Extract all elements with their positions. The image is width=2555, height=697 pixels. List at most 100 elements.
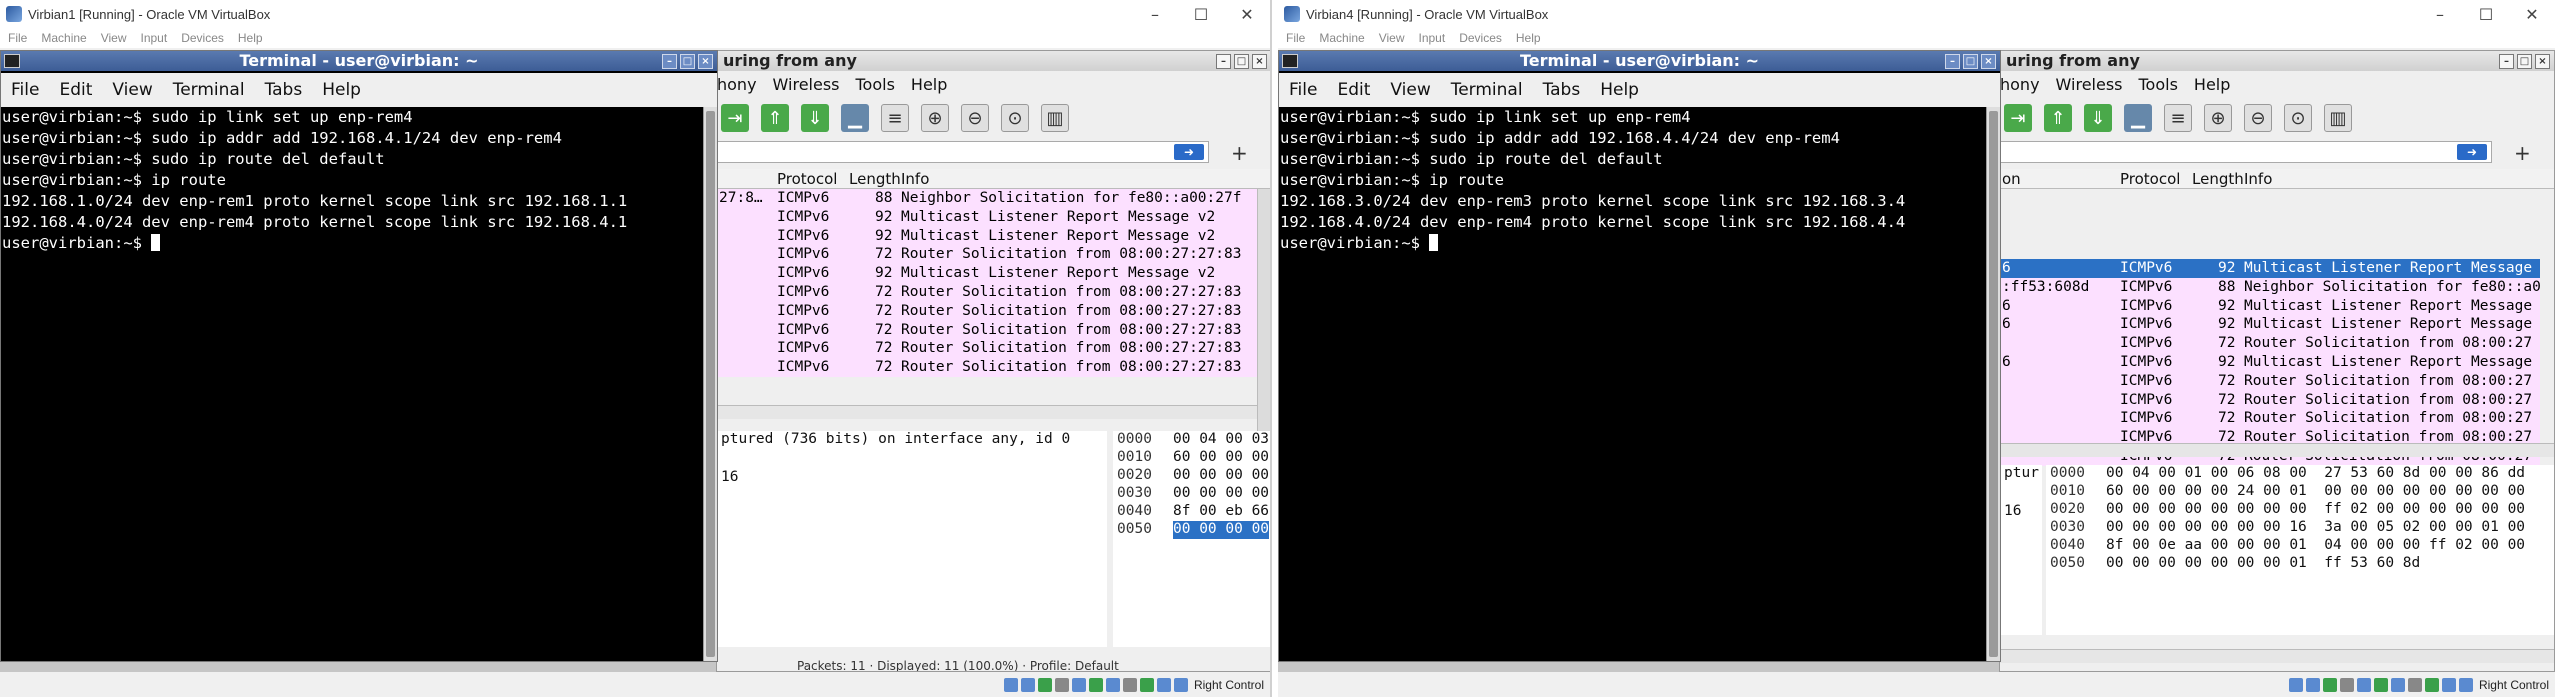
colorize-icon[interactable]: ≡ xyxy=(2164,104,2192,132)
close-button[interactable]: × xyxy=(2535,54,2550,69)
menu-devices[interactable]: Devices xyxy=(173,31,230,45)
menu-file[interactable]: File xyxy=(1279,80,1327,100)
go-last-icon[interactable]: ⇓ xyxy=(801,104,829,132)
table-row[interactable]: ICMPv672Router Solicitation from 08:00:2… xyxy=(717,339,1257,359)
table-row[interactable]: ICMPv6 92 Multicast Listener Report Messag… xyxy=(717,226,1257,246)
table-row[interactable]: ICMPv672Router Solicitation from 08:00:2… xyxy=(2000,371,2540,391)
detail-line[interactable]: 16 xyxy=(717,469,1107,488)
close-button[interactable]: × xyxy=(698,54,713,69)
keyboard-icon[interactable] xyxy=(2441,677,2456,692)
detail-line[interactable]: 16 xyxy=(2000,503,2042,522)
terminal-window[interactable]: Terminal - user@virbian: ~ – □ × File Ed… xyxy=(0,50,718,662)
terminal-output[interactable]: user@virbian:~$ sudo ip link set up enp-… xyxy=(1279,107,1986,661)
table-row[interactable]: :ff53:608d ICMPv6 88 Neighbor Solicitation … xyxy=(2000,277,2541,297)
minimize-button[interactable]: – xyxy=(2499,54,2514,69)
device-status-icons[interactable] xyxy=(1003,677,1188,692)
menu-terminal[interactable]: Terminal xyxy=(163,80,255,100)
close-button[interactable]: ✕ xyxy=(2509,5,2555,24)
usb-icon[interactable] xyxy=(2356,677,2371,692)
terminal-titlebar[interactable]: Terminal - user@virbian: ~ – □ × xyxy=(1,51,717,71)
table-row[interactable]: ICMPv672Router Solicitation from 08:00:2… xyxy=(717,301,1257,321)
terminal-output[interactable]: user@virbian:~$ sudo ip link set up enp-… xyxy=(1,107,703,661)
cpu-icon[interactable] xyxy=(2458,677,2473,692)
detail-line[interactable]: ptur xyxy=(2000,465,2042,484)
table-row[interactable]: 27:8… ICMPv6 88 Neighbor Solicitation for f… xyxy=(717,189,1257,208)
column-protocol[interactable]: Protocol xyxy=(2120,170,2180,188)
minimize-button[interactable]: – xyxy=(1216,54,1231,69)
autoscroll-icon[interactable]: ▁ xyxy=(841,104,869,132)
menu-tabs[interactable]: Tabs xyxy=(1533,80,1591,100)
scrollbar-thumb[interactable] xyxy=(706,111,715,657)
network-icon[interactable] xyxy=(1054,677,1069,692)
menu-view[interactable]: View xyxy=(1371,31,1411,45)
packet-list-hscrollbar[interactable] xyxy=(717,405,1257,419)
colorize-icon[interactable]: ≡ xyxy=(881,104,909,132)
column-info[interactable]: Info xyxy=(901,170,929,188)
menu-tabs[interactable]: Tabs xyxy=(255,80,313,100)
table-row[interactable]: ICMPv672Router Solicitation from 08:00:2… xyxy=(2000,409,2540,429)
menu-view[interactable]: View xyxy=(93,31,133,45)
autoscroll-icon[interactable]: ▁ xyxy=(2124,104,2152,132)
zoom-in-icon[interactable]: ⊕ xyxy=(921,104,949,132)
menu-devices[interactable]: Devices xyxy=(1451,31,1508,45)
wireshark-window[interactable]: uring from any – □ × hony Wireless Tools… xyxy=(1999,50,2555,672)
minimize-button[interactable]: – xyxy=(2417,5,2463,24)
table-row[interactable]: ICMPv6 92 Multicast Listener Report Messag… xyxy=(717,264,1257,283)
apply-filter-icon[interactable]: ➜ xyxy=(2457,144,2487,160)
maximize-button[interactable]: ☐ xyxy=(2463,5,2509,24)
packet-list-header[interactable]: Protocol Length Info xyxy=(717,169,1270,189)
hdd-icon[interactable] xyxy=(2288,677,2303,692)
zoom-reset-icon[interactable]: ⊙ xyxy=(1001,104,1029,132)
menu-edit[interactable]: Edit xyxy=(49,80,102,100)
packet-list[interactable]: 6 ICMPv6 92 Multicast Listener Report Messa… xyxy=(2000,259,2541,466)
go-first-icon[interactable]: ⇑ xyxy=(761,104,789,132)
packet-list-header[interactable]: on Protocol Length Info xyxy=(2000,169,2554,189)
maximize-button[interactable]: □ xyxy=(1963,54,1978,69)
minimize-button[interactable]: – xyxy=(662,54,677,69)
terminal-scrollbar[interactable] xyxy=(703,107,717,661)
menu-help[interactable]: Help xyxy=(903,75,955,94)
table-row[interactable]: ICMPv672Router Solicitation from 08:00:2… xyxy=(717,245,1257,265)
menu-wireless[interactable]: Wireless xyxy=(765,75,848,94)
recording-icon[interactable] xyxy=(1122,677,1137,692)
maximize-button[interactable]: □ xyxy=(680,54,695,69)
table-row[interactable]: 6 ICMPv6 92 Multicast Listener Report Messa… xyxy=(2000,315,2540,335)
packet-details-pane[interactable]: ptur 16 xyxy=(2000,465,2042,635)
table-row[interactable]: 6 ICMPv6 92 Multicast Listener Report Messa… xyxy=(2000,296,2540,316)
close-button[interactable]: ✕ xyxy=(1224,5,1270,24)
packet-list-scrollbar[interactable] xyxy=(1257,189,1270,455)
zoom-out-icon[interactable]: ⊖ xyxy=(961,104,989,132)
menu-file[interactable]: File xyxy=(0,31,33,45)
bytes-pane-hscrollbar[interactable] xyxy=(2000,649,2554,663)
maximize-button[interactable]: □ xyxy=(2517,54,2532,69)
menu-edit[interactable]: Edit xyxy=(1327,80,1380,100)
table-row[interactable]: 6 ICMPv6 92 Multicast Listener Report Messa… xyxy=(2000,352,2540,372)
close-button[interactable]: × xyxy=(1981,54,1996,69)
detail-line[interactable] xyxy=(2000,484,2042,503)
minimize-button[interactable]: – xyxy=(1945,54,1960,69)
keyboard-icon[interactable] xyxy=(1156,677,1171,692)
apply-filter-icon[interactable]: ➜ xyxy=(1174,144,1204,160)
menu-telephony[interactable]: hony xyxy=(717,75,765,94)
menu-terminal[interactable]: Terminal xyxy=(1441,80,1533,100)
go-first-icon[interactable]: ⇑ xyxy=(2044,104,2072,132)
shared-folder-icon[interactable] xyxy=(2373,677,2388,692)
menu-help[interactable]: Help xyxy=(1590,80,1649,100)
menu-help[interactable]: Help xyxy=(1508,31,1547,45)
maximize-button[interactable]: □ xyxy=(1234,54,1249,69)
audio-icon[interactable] xyxy=(1037,677,1052,692)
minimize-button[interactable]: – xyxy=(1132,5,1178,24)
column-length[interactable]: Length xyxy=(2192,170,2244,188)
go-to-packet-icon[interactable]: ⇥ xyxy=(721,104,749,132)
device-status-icons[interactable] xyxy=(2288,677,2473,692)
cpu-icon[interactable] xyxy=(1173,677,1188,692)
packet-bytes-pane[interactable]: 0000 00 04 00 01 00 06 08 00 27 53 60 8d … xyxy=(2046,465,2554,635)
usb-icon[interactable] xyxy=(1071,677,1086,692)
table-row[interactable]: ICMPv672Router Solicitation from 08:00:2… xyxy=(2000,334,2540,353)
column-info[interactable]: Info xyxy=(2244,170,2272,188)
menu-help[interactable]: Help xyxy=(2186,75,2238,94)
terminal-prompt-line[interactable]: user@virbian:~$ xyxy=(2,233,703,254)
optical-icon[interactable] xyxy=(1020,677,1035,692)
detail-line[interactable]: ptured (736 bits) on interface any, id 0 xyxy=(717,431,1107,450)
maximize-button[interactable]: ☐ xyxy=(1178,5,1224,24)
